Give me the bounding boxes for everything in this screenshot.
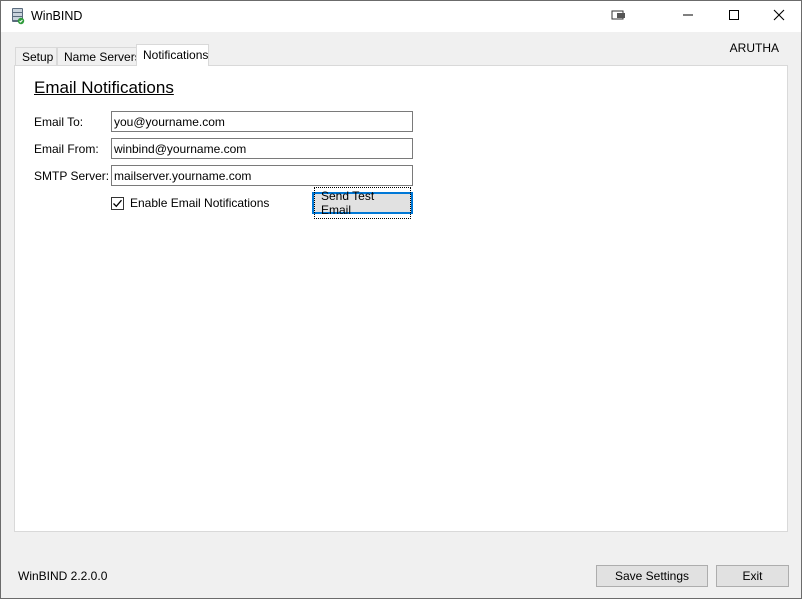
email-to-label: Email To:: [34, 115, 84, 129]
app-window: WinBIND Setup Name Servers Notifications…: [0, 0, 802, 599]
version-label: WinBIND 2.2.0.0: [18, 569, 108, 583]
enable-notifications-checkbox[interactable]: [111, 196, 124, 210]
machine-name: ARUTHA: [729, 41, 779, 55]
save-settings-button[interactable]: Save Settings: [596, 565, 708, 587]
enable-notifications-label: Enable Email Notifications: [130, 196, 270, 210]
send-test-email-button[interactable]: Send Test Email: [312, 187, 413, 219]
maximize-icon: [728, 9, 740, 24]
title-bar[interactable]: WinBIND: [1, 1, 801, 32]
smtp-server-label: SMTP Server:: [34, 169, 110, 183]
close-icon: [773, 9, 785, 24]
tab-name-servers[interactable]: Name Servers: [57, 47, 141, 66]
minimize-icon: [682, 9, 694, 24]
smtp-server-field[interactable]: [111, 165, 413, 186]
restore-window-icon: [611, 9, 627, 24]
tab-setup[interactable]: Setup: [15, 47, 57, 66]
tab-notifications[interactable]: Notifications: [136, 44, 209, 66]
send-test-email-label: Send Test Email: [314, 187, 411, 219]
maximize-button[interactable]: [711, 1, 757, 32]
close-button[interactable]: [756, 1, 802, 32]
email-from-label: Email From:: [34, 142, 99, 156]
checkmark-icon: [113, 199, 122, 207]
window-title: WinBIND: [31, 9, 83, 23]
minimize-button[interactable]: [665, 1, 711, 32]
enable-notifications-option[interactable]: Enable Email Notifications: [111, 195, 269, 211]
email-to-field[interactable]: [111, 111, 413, 132]
database-server-icon: [10, 7, 26, 25]
restore-window-button[interactable]: [596, 1, 642, 32]
section-title: Email Notifications: [34, 78, 174, 97]
notifications-panel: Email Notifications Email To: Email From…: [14, 65, 788, 532]
email-from-field[interactable]: [111, 138, 413, 159]
exit-button[interactable]: Exit: [716, 565, 789, 587]
